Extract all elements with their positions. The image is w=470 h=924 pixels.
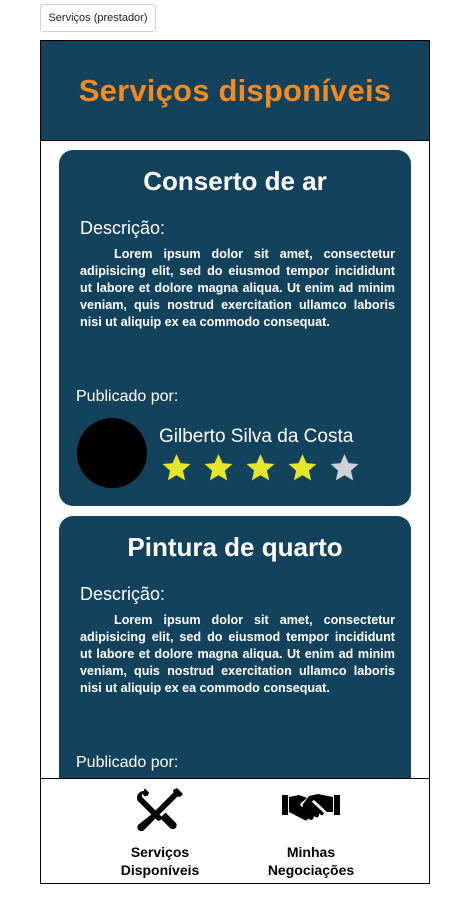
service-card[interactable]: Conserto de ar Descrição: Lorem ipsum do… [59, 150, 411, 506]
nav-my-negotiations[interactable]: Minhas Negociações [236, 785, 386, 879]
description-label: Descrição: [80, 218, 166, 238]
tools-icon [137, 788, 183, 831]
service-title: Conserto de ar [143, 166, 327, 196]
description-text: Lorem ipsum dolor sit amet, consectetur … [80, 247, 395, 329]
service-title: Pintura de quarto [127, 532, 343, 562]
nav-label: Minhas Negociações [267, 844, 355, 878]
services-list[interactable]: Conserto de ar Descrição: Lorem ipsum do… [41, 140, 429, 778]
handshake-icon [282, 794, 340, 821]
publisher-name[interactable]: Gilberto Silva da Costa [159, 426, 353, 448]
app-screen: Serviços disponíveis Conserto de ar Desc… [40, 40, 430, 884]
nav-services-available[interactable]: Serviços Disponíveis [85, 785, 235, 879]
rating-stars [161, 452, 360, 483]
star-filled-icon [288, 453, 317, 481]
description-label: Descrição: [80, 584, 166, 604]
star-filled-icon [246, 453, 275, 481]
nav-label: Serviços Disponíveis [120, 844, 200, 878]
published-by-label: Publicado por: [76, 388, 179, 405]
description-text: Lorem ipsum dolor sit amet, consectetur … [80, 613, 395, 695]
browser-tab[interactable]: Serviços (prestador) [40, 4, 156, 32]
avatar[interactable] [77, 418, 147, 488]
star-empty-icon [330, 453, 359, 481]
star-filled-icon [162, 453, 191, 481]
app-header: Serviços disponíveis [41, 41, 429, 140]
service-card[interactable]: Pintura de quarto Descrição: Lorem ipsum… [59, 516, 411, 778]
published-by-label: Publicado por: [76, 754, 179, 771]
star-filled-icon [204, 453, 233, 481]
page-title: Serviços disponíveis [78, 72, 392, 108]
bottom-nav: Serviços Disponíveis Minhas Negociações [41, 778, 429, 883]
